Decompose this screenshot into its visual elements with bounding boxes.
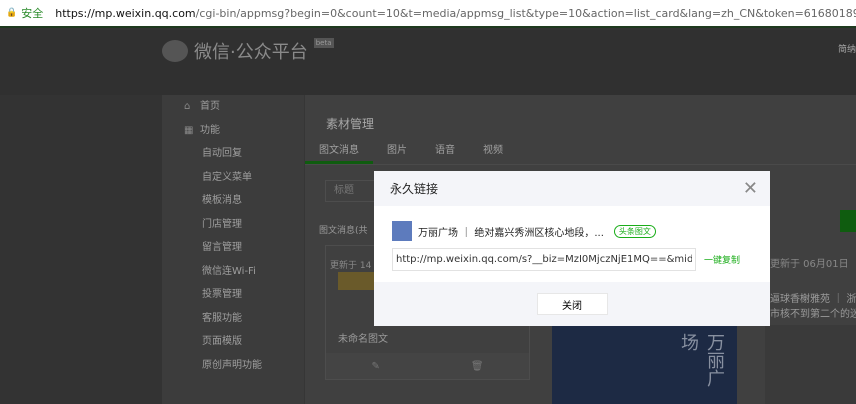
user-name[interactable]: 简纳: [838, 42, 856, 55]
delete-icon[interactable]: 🗑: [471, 361, 484, 372]
tab-images[interactable]: 图片: [373, 140, 421, 164]
wechat-icon: [162, 40, 188, 62]
label: 首页: [200, 101, 220, 112]
sidebar-section-features[interactable]: ▦ 功能: [162, 119, 304, 143]
lock-icon: 🔒: [6, 8, 18, 18]
page-title: 素材管理: [326, 117, 375, 131]
sidebar-item[interactable]: 模板消息: [162, 189, 304, 213]
secure-label: 安全: [21, 7, 44, 20]
address-bar[interactable]: 🔒 安全 https://mp.weixin.qq.com/cgi-bin/ap…: [0, 0, 856, 28]
cover-image: [765, 325, 856, 404]
sidebar-item[interactable]: 自定义菜单: [162, 166, 304, 190]
site-header: [0, 30, 856, 95]
tab-news[interactable]: 图文消息: [305, 140, 373, 164]
home-icon: ⌂: [184, 101, 191, 112]
dialog-title: 永久链接: [390, 182, 439, 196]
sidebar-item[interactable]: 门店管理: [162, 213, 304, 237]
close-button[interactable]: 关闭: [536, 293, 608, 315]
cover-image: 万丽广场: [552, 325, 737, 404]
card-title: 未命名图文: [338, 334, 388, 345]
sidebar-item[interactable]: 微信连Wi-Fi: [162, 260, 304, 284]
logo-text: 微信·公众平台: [194, 42, 308, 63]
edit-icon[interactable]: ✎: [371, 361, 379, 372]
logo[interactable]: 微信·公众平台 beta: [162, 38, 334, 64]
card-title[interactable]: 逼球香榭雅苑 ｜ 浙江: [770, 290, 856, 305]
sidebar-item[interactable]: 页面模版: [162, 330, 304, 354]
tabs: 图文消息 图片 语音 视频: [305, 140, 856, 165]
card-updated: 更新于 06月01日: [770, 259, 849, 270]
copy-link-button[interactable]: 一键复制: [704, 253, 740, 266]
close-icon[interactable]: ✕: [743, 178, 758, 199]
card-title[interactable]: 市核不到第二个的迷: [770, 305, 856, 320]
tab-video[interactable]: 视频: [469, 140, 517, 164]
card-actions: ✎ 🗑: [326, 353, 529, 379]
headline-badge: 头条图文: [613, 224, 656, 238]
article-title: 万丽广场 ｜ 绝对嘉兴秀洲区核心地段，...: [418, 227, 604, 239]
sidebar: ⌂ 首页 ▦ 功能 自动回复 自定义菜单 模板消息 门店管理 留言管理 微信连Wi-…: [162, 95, 305, 404]
sidebar-item[interactable]: 客服功能: [162, 307, 304, 331]
sidebar-item[interactable]: 投票管理: [162, 283, 304, 307]
grid-icon: ▦: [184, 124, 194, 136]
article-thumbnail: [392, 221, 412, 241]
url-path[interactable]: /cgi-bin/appmsg?begin=0&count=10&t=media…: [196, 7, 856, 20]
card-updated: 更新于 14: [330, 261, 372, 271]
link-field[interactable]: [392, 248, 696, 271]
label: 功能: [200, 124, 220, 136]
sidebar-item[interactable]: 自动回复: [162, 142, 304, 166]
sidebar-item[interactable]: 留言管理: [162, 236, 304, 260]
sidebar-item-home[interactable]: ⌂ 首页: [162, 95, 304, 119]
new-button[interactable]: [840, 210, 856, 232]
beta-badge: beta: [313, 38, 334, 48]
section-title: 图文消息(共: [319, 226, 368, 236]
permalink-dialog: 永久链接 ✕ 万丽广场 ｜ 绝对嘉兴秀洲区核心地段，... 头条图文 一键复制 关闭: [374, 171, 770, 326]
sidebar-item[interactable]: 原创声明功能: [162, 354, 304, 378]
url-host[interactable]: https://mp.weixin.qq.com: [55, 7, 195, 20]
tab-voice[interactable]: 语音: [421, 140, 469, 164]
